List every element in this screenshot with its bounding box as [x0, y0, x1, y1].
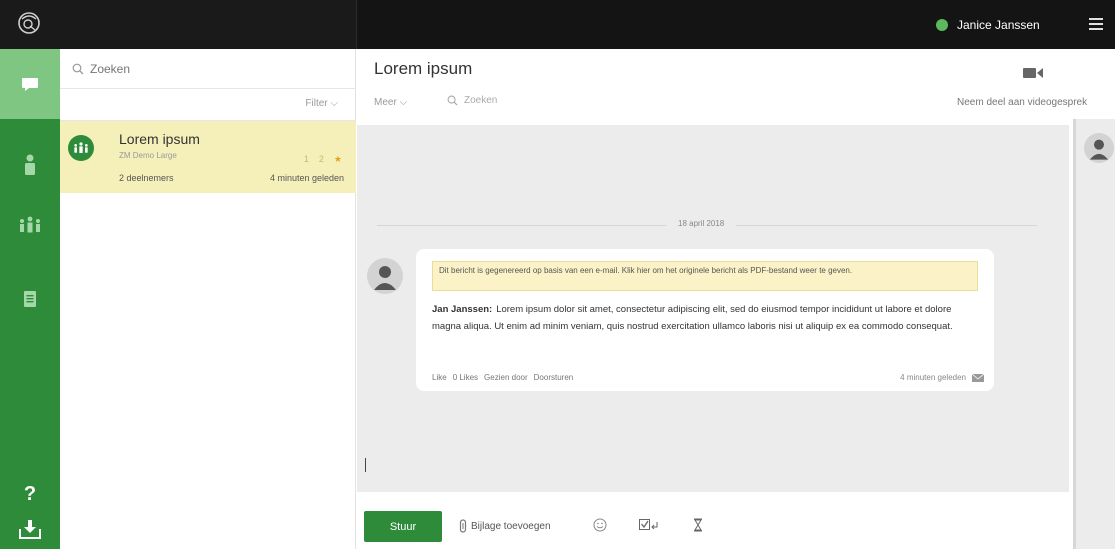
message-composer: Stuur Bijlage toevoegen [357, 458, 1073, 549]
filter-label: Filter [305, 98, 328, 109]
hamburger-menu-icon[interactable] [1088, 16, 1104, 32]
chat-panel: Lorem ipsum Meer ⌵ Zoeken 18 april 2018 [357, 49, 1115, 549]
group-avatar [68, 135, 94, 161]
person-icon [1089, 139, 1109, 160]
like-button[interactable]: Like [432, 373, 447, 382]
person-icon [25, 154, 35, 175]
top-bar-divider [356, 0, 357, 49]
attach-label: Bijlage toevoegen [471, 520, 551, 532]
top-bar-left [0, 0, 356, 49]
conversation-title: Lorem ipsum [119, 131, 200, 147]
app-logo-icon[interactable] [16, 10, 42, 36]
sidebar-item-documents[interactable] [0, 279, 60, 319]
help-label: ? [23, 482, 37, 505]
join-video-call-link[interactable]: Neem deel aan videogesprek [957, 97, 1115, 108]
enter-to-send-checkbox-icon[interactable] [639, 518, 659, 532]
person-icon [374, 266, 396, 290]
seen-by-button[interactable]: Gezien door [484, 373, 528, 382]
sidebar-item-groups[interactable] [0, 205, 60, 245]
user-name: Janice Janssen [957, 18, 1040, 32]
current-user[interactable]: Janice Janssen [936, 16, 1040, 34]
conversation-time: 4 minuten geleden [269, 173, 344, 183]
date-label: 18 april 2018 [666, 219, 737, 228]
chat-search-placeholder: Zoeken [464, 95, 498, 106]
filter-row: Filter ⌵ [60, 89, 356, 121]
chat-icon [22, 78, 38, 91]
conversation-subtitle: ZM Demo Large [119, 151, 177, 160]
download-button[interactable] [0, 509, 60, 549]
message-card: Dit bericht is gegenereerd op basis van … [416, 249, 994, 391]
forward-button[interactable]: Doorsturen [534, 373, 574, 382]
group-icon [74, 142, 88, 153]
message-input[interactable] [365, 458, 366, 472]
paperclip-icon [459, 519, 467, 533]
online-status-icon [936, 19, 948, 31]
more-label: Meer [374, 97, 397, 108]
more-menu-button[interactable]: Meer ⌵ [374, 97, 407, 108]
list-search [60, 49, 356, 89]
chevron-down-icon: ⌵ [399, 97, 408, 108]
search-icon [447, 95, 458, 106]
likes-count[interactable]: 0 Likes [453, 373, 478, 382]
chat-search[interactable]: Zoeken [447, 95, 497, 106]
mail-icon [972, 374, 984, 382]
avatar[interactable] [367, 258, 403, 294]
sidebar-item-contacts[interactable] [0, 145, 60, 185]
conversation-participants: 2 deelnemers [119, 173, 174, 183]
message-body: Jan Janssen: Lorem ipsum dolor sit amet, … [432, 301, 982, 335]
attach-button[interactable]: Bijlage toevoegen [459, 519, 551, 533]
participants-panel [1073, 119, 1115, 549]
chat-title: Lorem ipsum [374, 59, 473, 78]
sidebar: ? [0, 49, 60, 549]
document-icon [24, 291, 36, 307]
filter-button[interactable]: Filter ⌵ [305, 98, 338, 109]
send-button[interactable]: Stuur [364, 511, 442, 542]
conversation-list-panel: Filter ⌵ Lorem ipsum ZM Demo Large 1 2 ★… [60, 49, 356, 549]
video-camera-icon[interactable] [1023, 67, 1043, 79]
download-icon [19, 520, 41, 539]
chat-header: Lorem ipsum [357, 49, 1073, 89]
message-text: Lorem ipsum dolor sit amet, consectetur … [432, 304, 953, 332]
emoji-icon[interactable] [593, 518, 607, 532]
chevron-down-icon: ⌵ [330, 98, 338, 109]
message-actions: Like 0 Likes Gezien door Doorsturen [432, 373, 573, 382]
count-2: 2 [318, 154, 324, 164]
email-notice[interactable]: Dit bericht is gegenereerd op basis van … [432, 261, 978, 291]
top-bar: Janice Janssen [0, 0, 1115, 49]
sidebar-item-chats[interactable] [0, 49, 60, 119]
search-icon [72, 63, 84, 74]
message-author: Jan Janssen: [432, 304, 493, 315]
message-area: 18 april 2018 Dit bericht is gegenereerd… [357, 125, 1069, 492]
hourglass-icon[interactable] [693, 518, 703, 532]
count-1: 1 [303, 154, 309, 164]
avatar[interactable] [1084, 133, 1114, 163]
group-icon [20, 216, 40, 233]
help-button[interactable]: ? [0, 474, 60, 514]
list-search-input[interactable] [90, 61, 330, 76]
message-time: 4 minuten geleden [900, 373, 966, 382]
list-item[interactable]: Lorem ipsum ZM Demo Large 1 2 ★ 2 deelne… [60, 121, 356, 193]
star-icon[interactable]: ★ [334, 154, 342, 165]
conversation-counters: 1 2 ★ [304, 154, 342, 165]
